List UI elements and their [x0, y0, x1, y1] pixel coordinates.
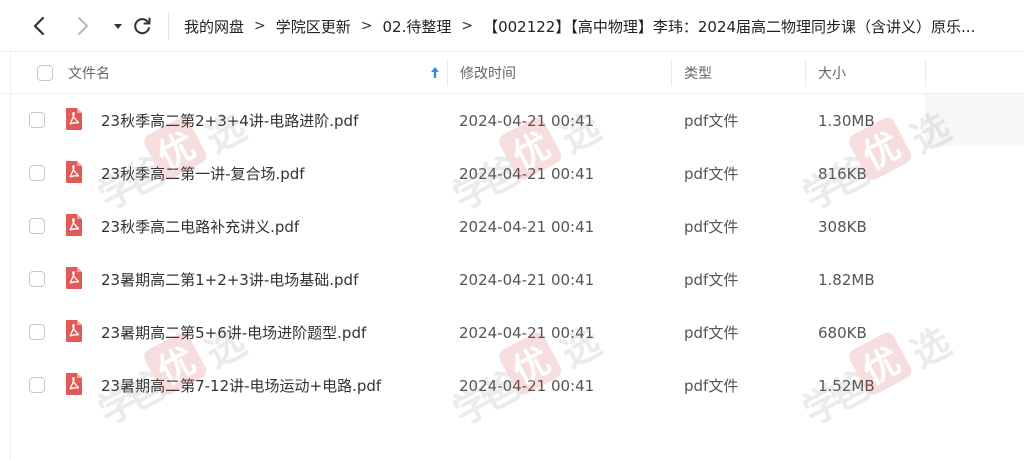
- file-row[interactable]: 23秋季高二第2+3+4讲-电路进阶.pdf 2024-04-21 00:41 …: [0, 94, 925, 147]
- refresh-icon: [134, 17, 151, 35]
- file-modified-time: 2024-04-21 00:41: [459, 323, 595, 342]
- file-row[interactable]: 23秋季高二电路补充讲义.pdf 2024-04-21 00:41 pdf文件 …: [0, 200, 925, 253]
- chevron-right-icon: [78, 17, 88, 35]
- forward-button[interactable]: [70, 14, 94, 38]
- file-row[interactable]: 23暑期高二第7-12讲-电场运动+电路.pdf 2024-04-21 00:4…: [0, 359, 925, 412]
- file-modified-time: 2024-04-21 00:41: [459, 111, 595, 130]
- file-type: pdf文件: [684, 271, 739, 289]
- file-row[interactable]: 23秋季高二第一讲-复合场.pdf 2024-04-21 00:41 pdf文件…: [0, 147, 925, 200]
- pdf-icon: [66, 267, 82, 289]
- row-checkbox[interactable]: [29, 218, 45, 234]
- file-type: pdf文件: [684, 377, 739, 395]
- column-divider[interactable]: [447, 60, 448, 86]
- breadcrumb: 我的网盘 > 学院区更新 > 02.待整理 > 【002122】【高中物理】李玮…: [184, 0, 1024, 52]
- row-checkbox[interactable]: [29, 271, 45, 287]
- file-name[interactable]: 23秋季高二第2+3+4讲-电路进阶.pdf: [101, 94, 358, 147]
- file-type: pdf文件: [684, 218, 739, 236]
- file-modified-time: 2024-04-21 00:41: [459, 164, 595, 183]
- row-checkbox[interactable]: [29, 324, 45, 340]
- file-size: 1.82MB: [818, 270, 875, 289]
- arrow-up-icon[interactable]: [429, 65, 441, 81]
- file-row[interactable]: 23暑期高二第5+6讲-电场进阶题型.pdf 2024-04-21 00:41 …: [0, 306, 925, 359]
- row-checkbox[interactable]: [29, 165, 45, 181]
- column-divider[interactable]: [671, 60, 672, 86]
- row-checkbox[interactable]: [29, 112, 45, 128]
- file-list-header: 文件名 修改时间 类型 大小: [0, 52, 1024, 94]
- file-modified-time: 2024-04-21 00:41: [459, 270, 595, 289]
- file-type: pdf文件: [684, 165, 739, 183]
- back-button[interactable]: [28, 14, 52, 38]
- breadcrumb-item[interactable]: 学院区更新: [276, 16, 351, 37]
- column-header-time[interactable]: 修改时间: [460, 52, 516, 94]
- breadcrumb-separator: >: [461, 18, 474, 34]
- breadcrumb-separator: >: [254, 18, 266, 34]
- file-name[interactable]: 23暑期高二第7-12讲-电场运动+电路.pdf: [101, 359, 381, 412]
- column-header-name[interactable]: 文件名: [68, 52, 110, 94]
- file-size: 816KB: [818, 164, 867, 183]
- file-size: 1.30MB: [818, 111, 875, 130]
- file-modified-time: 2024-04-21 00:41: [459, 217, 595, 236]
- pdf-icon: [66, 161, 82, 183]
- file-type: pdf文件: [684, 112, 739, 130]
- column-divider[interactable]: [925, 60, 926, 86]
- file-name[interactable]: 23暑期高二第5+6讲-电场进阶题型.pdf: [101, 306, 366, 359]
- breadcrumb-separator: >: [360, 18, 373, 34]
- row-checkbox[interactable]: [29, 377, 45, 393]
- file-row[interactable]: 23暑期高二第1+2+3讲-电场基础.pdf 2024-04-21 00:41 …: [0, 253, 925, 306]
- file-name[interactable]: 23秋季高二第一讲-复合场.pdf: [101, 147, 305, 200]
- history-dropdown-button[interactable]: [106, 14, 130, 38]
- column-header-type[interactable]: 类型: [684, 52, 712, 94]
- file-name[interactable]: 23暑期高二第1+2+3讲-电场基础.pdf: [101, 253, 358, 306]
- pdf-icon: [66, 214, 82, 236]
- column-divider[interactable]: [805, 60, 806, 86]
- file-size: 680KB: [818, 323, 867, 342]
- chevron-left-icon: [33, 16, 45, 36]
- file-size: 308KB: [818, 217, 867, 236]
- breadcrumb-item[interactable]: 02.待整理: [383, 16, 452, 37]
- toolbar-divider: [168, 12, 169, 40]
- toolbar: 我的网盘 > 学院区更新 > 02.待整理 > 【002122】【高中物理】李玮…: [0, 0, 1024, 52]
- file-name[interactable]: 23秋季高二电路补充讲义.pdf: [101, 200, 299, 253]
- file-type: pdf文件: [684, 324, 739, 342]
- breadcrumb-item-current[interactable]: 【002122】【高中物理】李玮：2024届高二物理同步课（含讲义）原乐...: [483, 16, 975, 37]
- row-hover-highlight: [925, 94, 1024, 146]
- select-all-checkbox[interactable]: [37, 65, 53, 81]
- refresh-button[interactable]: [130, 14, 154, 38]
- file-modified-time: 2024-04-21 00:41: [459, 376, 595, 395]
- caret-down-icon: [114, 24, 122, 29]
- pdf-icon: [66, 320, 82, 342]
- breadcrumb-item[interactable]: 我的网盘: [184, 16, 244, 37]
- pdf-icon: [66, 108, 82, 130]
- column-header-size[interactable]: 大小: [818, 52, 846, 94]
- pdf-icon: [66, 373, 82, 395]
- file-size: 1.52MB: [818, 376, 875, 395]
